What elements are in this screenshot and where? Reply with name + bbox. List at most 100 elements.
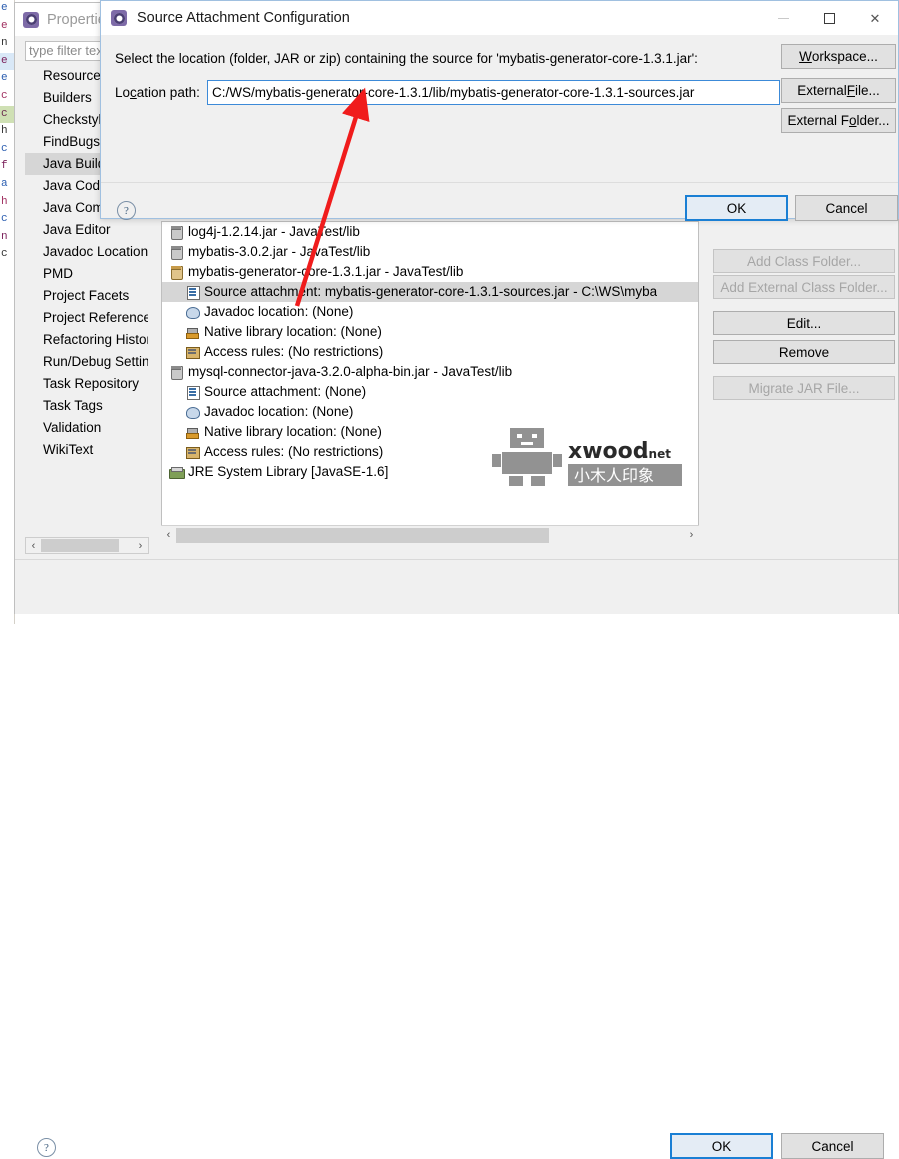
table-row[interactable]: Javadoc location: (None) <box>162 302 698 322</box>
jar-with-source-icon <box>168 264 184 280</box>
tree-row-label: log4j-1.2.14.jar - JavaTest/lib <box>188 224 360 239</box>
properties-tree-hscrollbar[interactable]: ‹ › <box>25 537 149 554</box>
add-class-folder-button[interactable]: Add Class Folder... <box>713 249 895 273</box>
minimize-button[interactable] <box>760 1 806 35</box>
properties-tree-item[interactable]: Javadoc Location <box>25 241 148 263</box>
editor-line-fragment: f <box>1 160 8 173</box>
editor-line-fragment: e <box>0 52 14 71</box>
table-row[interactable]: mybatis-3.0.2.jar - JavaTest/lib <box>162 242 698 262</box>
properties-tree-item-label: PMD <box>43 266 73 281</box>
tree-row-label: Javadoc location: (None) <box>204 404 354 419</box>
tree-row-label: mybatis-3.0.2.jar - JavaTest/lib <box>188 244 371 259</box>
tree-row-label: mysql-connector-java-3.2.0-alpha-bin.jar… <box>188 364 513 379</box>
edit-button[interactable]: Edit... <box>713 311 895 335</box>
editor-line-fragment: h <box>1 125 8 138</box>
properties-tree-item[interactable]: Task Tags <box>25 395 148 417</box>
table-row[interactable]: Access rules: (No restrictions) <box>162 342 698 362</box>
properties-tree-item-label: Refactoring History <box>43 332 148 347</box>
external-folder-button[interactable]: External Fo lder... <box>781 108 896 133</box>
scroll-right-icon[interactable]: › <box>684 528 699 543</box>
source-cancel-button[interactable]: Cancel <box>795 195 898 221</box>
table-row[interactable]: Access rules: (No restrictions) <box>162 442 698 462</box>
properties-tree-item[interactable]: Java Editor <box>25 219 148 241</box>
close-button[interactable]: ✕ <box>852 1 898 35</box>
help-icon[interactable]: ? <box>117 201 136 220</box>
editor-line-fragment: c <box>1 248 8 261</box>
editor-line-fragment: e <box>1 72 8 85</box>
access-rules-icon <box>184 344 200 360</box>
source-attachment-dialog: Source Attachment Configuration ✕ Select… <box>100 0 899 221</box>
tree-row-label: Access rules: (No restrictions) <box>204 344 384 359</box>
source-dialog-prompt: Select the location (folder, JAR or zip)… <box>115 51 698 66</box>
add-external-class-folder-button[interactable]: Add External Class Folder... <box>713 275 895 299</box>
source-attachment-icon <box>184 284 200 300</box>
native-library-icon <box>184 324 200 340</box>
table-row[interactable]: Source attachment: (None) <box>162 382 698 402</box>
source-dialog-title: Source Attachment Configuration <box>137 10 350 26</box>
scroll-left-icon[interactable]: ‹ <box>26 538 41 553</box>
scrollbar-thumb[interactable] <box>176 527 549 543</box>
editor-line-fragment: h <box>1 195 8 208</box>
properties-tree-item-label: Java Editor <box>43 222 111 237</box>
scroll-left-icon[interactable]: ‹ <box>161 528 176 543</box>
migrate-jar-file-button[interactable]: Migrate JAR File... <box>713 376 895 400</box>
properties-footer: ? OK Cancel <box>15 560 898 1159</box>
eclipse-icon <box>23 11 39 28</box>
source-dialog-titlebar[interactable]: Source Attachment Configuration ✕ <box>101 1 898 35</box>
properties-tree-item-label: Run/Debug Settings <box>43 354 148 369</box>
properties-tree-item-label: Project Facets <box>43 288 130 303</box>
table-row[interactable]: JRE System Library [JavaSE-1.6] <box>162 462 698 482</box>
properties-tree-item-label: WikiText <box>43 442 94 457</box>
properties-tree-item-label: Task Repository <box>43 376 140 391</box>
source-ok-button[interactable]: OK <box>685 195 788 221</box>
editor-line-fragment: e <box>1 2 8 14</box>
scroll-right-icon[interactable]: › <box>133 538 148 553</box>
jre-library-icon <box>168 464 185 480</box>
editor-line-fragment: c <box>0 105 14 124</box>
editor-line-fragment: c <box>1 89 8 102</box>
jar-icon <box>168 244 184 260</box>
editor-line-fragment: c <box>1 142 8 155</box>
javadoc-icon <box>184 304 200 320</box>
scrollbar-thumb[interactable] <box>41 539 119 552</box>
properties-tree-item[interactable]: Run/Debug Settings <box>25 351 148 373</box>
properties-tree-item[interactable]: Refactoring History <box>25 329 148 351</box>
maximize-button[interactable] <box>806 1 852 35</box>
table-row[interactable]: log4j-1.2.14.jar - JavaTest/lib <box>162 222 698 242</box>
properties-tree-item[interactable]: Task Repository <box>25 373 148 395</box>
build-path-hscrollbar[interactable]: ‹ › <box>161 525 699 544</box>
properties-tree-item[interactable]: Project Facets <box>25 285 148 307</box>
tree-row-label: Source attachment: mybatis-generator-cor… <box>204 284 658 299</box>
close-icon: ✕ <box>869 10 881 26</box>
source-dialog-body: Select the location (folder, JAR or zip)… <box>101 35 898 221</box>
properties-cancel-button[interactable]: Cancel <box>781 1133 884 1159</box>
properties-tree-item-label: Validation <box>43 420 102 435</box>
properties-tree-item-label: Task Tags <box>43 398 103 413</box>
jar-icon <box>168 364 184 380</box>
remove-button[interactable]: Remove <box>713 340 895 364</box>
properties-ok-button[interactable]: OK <box>670 1133 773 1159</box>
properties-tree-item-label: Javadoc Location <box>43 244 148 259</box>
properties-tree-item-label: Builders <box>43 90 92 105</box>
editor-line-fragment: n <box>1 37 8 50</box>
properties-tree-item[interactable]: PMD <box>25 263 148 285</box>
jar-icon <box>168 224 184 240</box>
table-row[interactable]: Javadoc location: (None) <box>162 402 698 422</box>
table-row[interactable]: mysql-connector-java-3.2.0-alpha-bin.jar… <box>162 362 698 382</box>
workspace-button[interactable]: Workspace... <box>781 44 896 69</box>
external-file-button[interactable]: External File... <box>781 78 896 103</box>
build-path-jar-tree[interactable]: log4j-1.2.14.jar - JavaTest/lib mybatis-3… <box>161 221 699 544</box>
properties-tree-item[interactable]: Project References <box>25 307 148 329</box>
properties-tree-item[interactable]: WikiText <box>25 439 148 461</box>
table-row[interactable]: Source attachment: mybatis-generator-cor… <box>162 282 698 302</box>
native-library-icon <box>184 424 200 440</box>
tree-row-label: Native library location: (None) <box>204 324 382 339</box>
properties-tree-item[interactable]: Validation <box>25 417 148 439</box>
table-row[interactable]: Native library location: (None) <box>162 322 698 342</box>
table-row[interactable]: Native library location: (None) <box>162 422 698 442</box>
location-path-input[interactable]: C:/WS/mybatis-generator-core-1.3.1/lib/m… <box>207 80 780 105</box>
properties-tree-item-label: Resource <box>43 68 101 83</box>
help-icon[interactable]: ? <box>37 1138 56 1157</box>
table-row[interactable]: mybatis-generator-core-1.3.1.jar - JavaT… <box>162 262 698 282</box>
source-attachment-icon <box>184 384 200 400</box>
